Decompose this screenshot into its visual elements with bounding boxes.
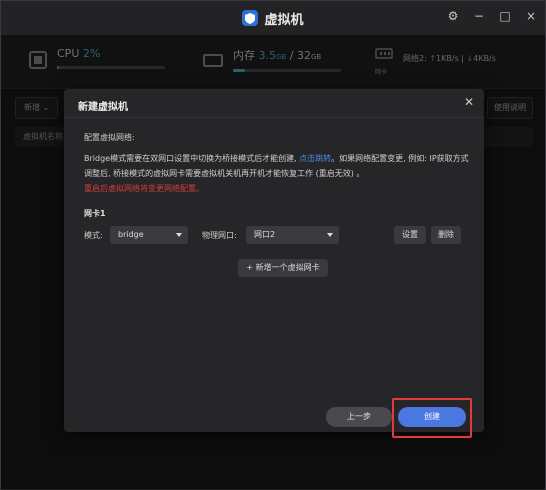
port-select-value: 网口2 xyxy=(254,230,276,239)
mode-label: 模式: xyxy=(84,231,103,240)
create-button-highlight xyxy=(392,398,472,438)
nic-settings-button[interactable]: 设置 xyxy=(394,226,426,244)
app-window: 虚拟机 ⚙ − □ × CPU 2% 内存 3.5GB / 32GB 网卡 网络… xyxy=(0,0,546,490)
previous-step-button[interactable]: 上一步 xyxy=(326,407,392,427)
shield-logo-icon xyxy=(242,10,259,26)
physical-port-label: 物理网口: xyxy=(202,231,237,240)
network-config-heading: 配置虚拟网络: xyxy=(84,133,135,142)
jump-link[interactable]: 点击跳转 xyxy=(299,154,331,163)
physical-port-select[interactable]: 网口2 xyxy=(246,226,339,244)
mode-select[interactable]: bridge xyxy=(110,226,188,244)
nic-delete-button[interactable]: 删除 xyxy=(431,226,461,244)
minimize-icon[interactable]: − xyxy=(473,10,485,22)
desc-text-1: Bridge模式需要在双网口设置中切换为桥接模式后才能创建, xyxy=(84,154,297,163)
mode-select-value: bridge xyxy=(118,230,144,239)
maximize-icon[interactable]: □ xyxy=(499,10,511,22)
dialog-divider xyxy=(64,117,484,118)
chevron-down-icon xyxy=(176,233,182,237)
nic-1-heading: 网卡1 xyxy=(84,209,106,218)
bridge-description: Bridge模式需要在双网口设置中切换为桥接模式后才能创建, 点击跳转。如果网络… xyxy=(84,151,474,196)
chevron-down-icon xyxy=(327,233,333,237)
dialog-title: 新建虚拟机 xyxy=(78,102,128,113)
close-icon[interactable]: × xyxy=(525,10,537,22)
settings-icon[interactable]: ⚙ xyxy=(447,10,459,22)
add-virtual-nic-button[interactable]: + 新增一个虚拟网卡 xyxy=(238,259,328,277)
new-vm-dialog: 新建虚拟机 ✕ 配置虚拟网络: Bridge模式需要在双网口设置中切换为桥接模式… xyxy=(64,89,484,432)
title-bar: 虚拟机 ⚙ − □ × xyxy=(1,1,545,35)
window-controls: ⚙ − □ × xyxy=(447,10,537,22)
dialog-close-icon[interactable]: ✕ xyxy=(464,96,474,108)
app-title: 虚拟机 xyxy=(242,9,304,28)
app-title-text: 虚拟机 xyxy=(264,12,304,28)
warning-text: 重启后虚拟网络将变更网络配置。 xyxy=(84,184,204,193)
